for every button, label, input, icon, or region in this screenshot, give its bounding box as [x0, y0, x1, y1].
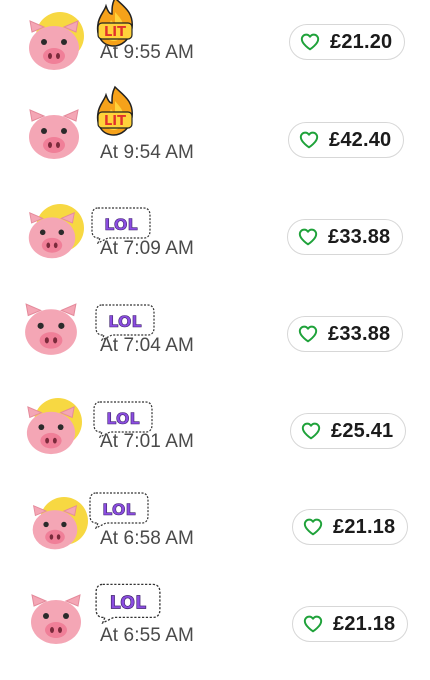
heart-icon	[298, 325, 318, 343]
tip-amount-button[interactable]: £21.20	[289, 24, 406, 60]
svg-text:LIT: LIT	[104, 114, 126, 129]
svg-text:LOL: LOL	[104, 215, 137, 234]
tip-time: At 9:54 AM	[100, 142, 194, 163]
avatar	[26, 12, 84, 74]
tip-time: At 7:09 AM	[100, 238, 194, 259]
svg-text:LIT: LIT	[104, 25, 126, 40]
tip-amount-button[interactable]: £33.88	[287, 316, 404, 352]
pig-face-icon	[28, 212, 76, 259]
svg-text:LOL: LOL	[106, 409, 139, 428]
heart-icon	[303, 518, 323, 536]
tip-time: At 9:55 AM	[100, 42, 194, 63]
list-item: LOL At 6:58 AM £21.18	[0, 481, 430, 578]
tip-amount: £21.18	[333, 612, 396, 635]
pig-face-icon	[29, 20, 79, 70]
tip-amount: £25.41	[331, 419, 394, 442]
pig-face-icon	[25, 303, 77, 355]
tip-amount: £42.40	[329, 128, 392, 151]
svg-text:LOL: LOL	[110, 594, 147, 614]
avatar	[26, 107, 82, 163]
tip-amount-button[interactable]: £42.40	[288, 122, 405, 158]
tip-amount: £21.20	[330, 30, 393, 53]
heart-icon	[303, 615, 323, 633]
list-item: LIT At 9:55 AM £21.20	[0, 0, 430, 93]
tip-time: At 7:04 AM	[100, 335, 194, 356]
heart-icon	[298, 228, 318, 246]
list-item: LIT At 9:54 AM £42.40	[0, 85, 430, 190]
tip-amount-button[interactable]: £21.18	[292, 606, 409, 642]
tips-list: LIT At 9:55 AM £21.20 LIT At 9:54 AM £42…	[0, 0, 430, 680]
list-item: LOL At 6:55 AM £21.18	[0, 578, 430, 675]
avatar	[24, 398, 82, 460]
avatar	[22, 301, 78, 357]
tip-time: At 7:01 AM	[100, 431, 194, 452]
avatar	[26, 204, 84, 266]
tip-amount-button[interactable]: £33.88	[287, 219, 404, 255]
pig-face-icon	[32, 504, 78, 550]
svg-text:LOL: LOL	[108, 312, 141, 331]
lit-sticker-icon: LIT	[90, 85, 140, 142]
tip-amount: £33.88	[328, 225, 391, 248]
svg-text:LOL: LOL	[102, 500, 135, 519]
avatar	[30, 497, 88, 559]
tip-amount: £21.18	[333, 515, 396, 538]
lol-sticker-icon: LOL	[90, 580, 166, 629]
pig-face-icon	[26, 406, 76, 455]
list-item: LOL At 7:09 AM £33.88	[0, 190, 430, 287]
avatar	[28, 592, 84, 648]
tip-time: At 6:58 AM	[100, 528, 194, 549]
tip-amount-button[interactable]: £25.41	[290, 413, 407, 449]
list-item: LOL At 7:04 AM £33.88	[0, 287, 430, 384]
heart-icon	[299, 131, 319, 149]
tip-amount: £33.88	[328, 322, 391, 345]
tip-time: At 6:55 AM	[100, 625, 194, 646]
tip-amount-button[interactable]: £21.18	[292, 509, 409, 545]
pig-face-icon	[31, 594, 81, 644]
heart-icon	[300, 33, 320, 51]
pig-face-icon	[29, 109, 79, 159]
list-item: LOL At 7:01 AM £25.41	[0, 384, 430, 481]
heart-icon	[301, 422, 321, 440]
